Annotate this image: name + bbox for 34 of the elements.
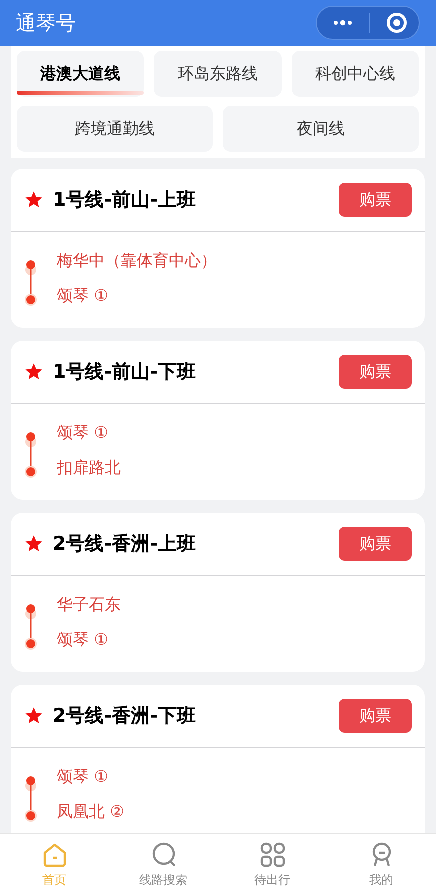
route-name: 2号线-香洲-上班	[53, 532, 196, 557]
line-tab[interactable]: 科创中心线	[292, 51, 419, 97]
route-card[interactable]: 2号线-香洲-上班 购票 华子石东 颂琴 ①	[11, 513, 425, 672]
stop-name: 凤凰北 ②	[57, 801, 124, 823]
capsule-menu[interactable]	[316, 6, 420, 40]
buy-ticket-button[interactable]: 购票	[339, 355, 412, 389]
app-title: 通琴号	[16, 10, 76, 37]
route-line-drawing	[25, 259, 37, 307]
more-icon[interactable]	[333, 20, 353, 26]
buy-ticket-button[interactable]: 购票	[339, 527, 412, 561]
route-name: 2号线-香洲-下班	[53, 704, 196, 729]
tab-bar-item[interactable]: 我的	[327, 834, 436, 896]
line-tab[interactable]: 环岛东路线	[154, 51, 282, 97]
line-tab[interactable]: 港澳大道线	[17, 51, 144, 97]
stop-name: 颂琴 ①	[57, 629, 110, 651]
route-line-drawing	[25, 775, 37, 823]
stop-name: 梅华中（靠体育中心）	[57, 250, 217, 272]
route-card[interactable]: 2号线-香洲-下班 购票 颂琴 ① 凤凰北 ②	[11, 685, 425, 833]
route-line-drawing	[25, 603, 37, 651]
route-name: 1号线-前山-上班	[53, 188, 196, 213]
route-line-drawing	[25, 431, 37, 479]
buy-ticket-button[interactable]: 购票	[339, 183, 412, 217]
stop-name: 颂琴 ①	[57, 285, 110, 307]
line-tab[interactable]: 跨境通勤线	[17, 106, 213, 152]
stop-name: 扣扉路北	[57, 457, 121, 479]
stop-name: 颂琴 ①	[57, 766, 110, 788]
route-card[interactable]: 1号线-前山-上班 购票 梅华中（靠体育中心） 颂琴 ①	[11, 169, 425, 328]
grid-icon	[258, 841, 286, 869]
route-name: 1号线-前山-下班	[53, 360, 196, 385]
buy-ticket-button[interactable]: 购票	[339, 699, 412, 733]
stop-name: 华子石东	[57, 594, 121, 616]
stop-name: 颂琴 ①	[57, 422, 110, 444]
line-tab[interactable]: 夜间线	[223, 106, 419, 152]
route-card[interactable]: 1号线-前山-下班 购票 颂琴 ① 扣扉路北	[11, 341, 425, 500]
